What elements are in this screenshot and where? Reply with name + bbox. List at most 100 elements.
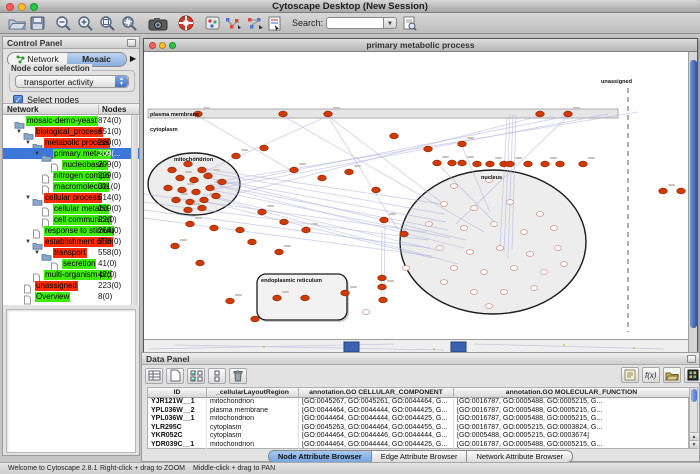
column-header[interactable]: _cellularLayoutRegion — [207, 388, 299, 398]
zoom-out-button[interactable] — [55, 14, 72, 32]
graph-node[interactable] — [460, 226, 467, 231]
graph-node-selected-red[interactable] — [210, 225, 219, 231]
graph-node-selected-red[interactable] — [258, 209, 267, 215]
configure-search-button[interactable] — [403, 14, 417, 32]
table-cell[interactable]: plasma membrane — [207, 407, 299, 416]
graph-node-selected-red[interactable] — [390, 133, 399, 139]
graph-node-selected-red[interactable] — [433, 160, 442, 166]
column-header[interactable]: annotation.GO CELLULAR_COMPONENT — [299, 388, 454, 398]
tree-row[interactable]: secretion41(0) — [3, 258, 139, 269]
graph-node-selected-red[interactable] — [345, 169, 354, 175]
table-cell[interactable]: [GO:0045263, GO:0044464, GO:0044455, G..… — [299, 424, 454, 433]
table-cell[interactable]: YKR052C — [148, 432, 207, 441]
graph-node[interactable] — [530, 286, 537, 291]
graph-node-selected-red[interactable] — [273, 295, 282, 301]
snapshot-camera-button[interactable] — [148, 14, 168, 32]
graph-node[interactable] — [436, 246, 443, 251]
graph-node-selected-red[interactable] — [172, 197, 181, 203]
birdseye-view[interactable] — [6, 309, 136, 453]
table-cell[interactable]: YLR295C — [148, 424, 207, 433]
graph-node-selected-red[interactable] — [424, 146, 433, 152]
tree-row[interactable]: ▼establishment of lo558(0) — [3, 236, 139, 247]
column-header[interactable]: ID — [148, 388, 207, 398]
table-cell[interactable]: YJR121W__1 — [148, 398, 207, 407]
table-cell[interactable]: mitochondrion — [207, 398, 299, 407]
graph-node-selected-red[interactable] — [260, 145, 269, 151]
graph-node-selected-red[interactable] — [506, 161, 515, 167]
network-canvas[interactable]: plasma membranecytoplasmmitochondrionnuc… — [144, 52, 689, 339]
graph-node-selected-red[interactable] — [176, 175, 185, 181]
graph-node[interactable] — [440, 280, 447, 285]
graph-node[interactable] — [506, 200, 513, 205]
search-input[interactable] — [326, 17, 384, 29]
graph-node-selected-red[interactable] — [579, 161, 588, 167]
graph-node-selected-red[interactable] — [318, 175, 327, 181]
table-cell[interactable]: [GO:0016787, GO:0005488, GO:0005215, G..… — [454, 415, 690, 424]
graph-node-selected-red[interactable] — [192, 189, 201, 195]
graph-node-selected-red[interactable] — [218, 179, 227, 185]
graph-node-selected-red[interactable] — [524, 161, 533, 167]
graph-node-selected-red[interactable] — [204, 173, 213, 179]
graph-node[interactable] — [362, 310, 369, 315]
tree-row[interactable]: cellular metabo209(0) — [3, 203, 139, 214]
graph-node-selected-red[interactable] — [473, 161, 482, 167]
tree-row[interactable]: multi-organism pro42(0) — [3, 269, 139, 280]
graph-node-selected-red[interactable] — [379, 297, 388, 303]
tab-scroll-right-icon[interactable]: ▶ — [130, 54, 136, 63]
graph-node-selected-red[interactable] — [200, 197, 209, 203]
zoom-in-button[interactable] — [77, 14, 94, 32]
table-cell[interactable]: YPL036W__2 — [148, 407, 207, 416]
table-cell[interactable]: [GO:0044464, GO:0044444, GO:0044425, G..… — [299, 441, 454, 450]
graph-node[interactable] — [500, 290, 507, 295]
graph-node-selected-red[interactable] — [301, 295, 310, 301]
disclosure-triangle-icon[interactable]: ▼ — [15, 129, 23, 135]
graph-node-selected-red[interactable] — [186, 221, 195, 227]
graph-node-selected-red[interactable] — [178, 187, 187, 193]
table-cell[interactable]: [GO:0005488, GO:0005215, GO:0003674] — [454, 432, 690, 441]
attribute-matrix-button[interactable] — [684, 367, 700, 383]
table-cell[interactable]: [GO:0044464, GO:0044444, GO:0044425, G..… — [299, 415, 454, 424]
graph-node-selected-red[interactable] — [380, 217, 389, 223]
graph-node-selected-red[interactable] — [226, 298, 235, 304]
disclosure-triangle-icon[interactable]: ▼ — [24, 140, 32, 146]
tree-row[interactable]: cell communicat22(0) — [3, 214, 139, 225]
graph-node[interactable] — [402, 266, 409, 271]
graph-node-selected-red[interactable] — [372, 187, 381, 193]
tree-row[interactable]: mosaic-demo-yeast874(0) — [3, 115, 139, 126]
table-cell[interactable]: [GO:0016787, GO:0005488, GO:0005215, G..… — [454, 441, 690, 450]
tree-row[interactable]: nitrogen compo209(0) — [3, 170, 139, 181]
function-builder-button[interactable]: f(x) — [642, 367, 660, 383]
vertical-scrollbar-thumb[interactable] — [690, 60, 697, 328]
graph-node-selected-red[interactable] — [196, 260, 205, 266]
tree-row[interactable]: ▼transport558(0) — [3, 247, 139, 258]
delete-attribute-trash-button[interactable] — [229, 368, 247, 384]
disclosure-triangle-icon[interactable]: ▼ — [33, 250, 41, 256]
tree-row[interactable]: Overview8(0) — [3, 291, 139, 302]
table-cell[interactable]: [GO:0045267, GO:0045261, GO:0044464, G..… — [299, 398, 454, 407]
graph-node[interactable] — [450, 184, 457, 189]
graph-node[interactable] — [496, 246, 503, 251]
tree-row[interactable]: ▼metabolic process280(0) — [3, 137, 139, 148]
table-cell[interactable]: mitochondrion — [207, 441, 299, 450]
graph-node[interactable] — [480, 270, 487, 275]
tree-row[interactable]: response to stimulu264(0) — [3, 225, 139, 236]
annotations-button[interactable] — [268, 14, 282, 32]
tree-row[interactable]: nucleobase-209(0) — [3, 159, 139, 170]
graph-node[interactable] — [470, 290, 477, 295]
graph-node-selected-red[interactable] — [556, 161, 565, 167]
node-color-dropdown[interactable]: transporter activity ▲▼ — [15, 75, 129, 88]
graph-node-selected-red[interactable] — [324, 111, 333, 117]
tree-row[interactable]: unassigned223(0) — [3, 280, 139, 291]
tree-row[interactable]: macromolecule311(0) — [3, 181, 139, 192]
graph-node-selected-red[interactable] — [251, 316, 260, 322]
table-scrollbar-thumb[interactable] — [691, 389, 697, 402]
graph-node-selected-red[interactable] — [171, 243, 180, 249]
tree-row[interactable]: ▼biological_process651(0) — [3, 126, 139, 137]
table-cell[interactable]: [GO:0016787, GO:0005488, GO:0005215, G..… — [454, 407, 690, 416]
disclosure-triangle-icon[interactable]: ▼ — [33, 151, 41, 157]
graph-node-selected-red[interactable] — [279, 111, 288, 117]
horizontal-scrollbar[interactable] — [144, 339, 690, 352]
graph-node[interactable] — [560, 262, 567, 267]
graph-node-selected-red[interactable] — [275, 249, 284, 255]
graph-node[interactable] — [425, 222, 432, 227]
